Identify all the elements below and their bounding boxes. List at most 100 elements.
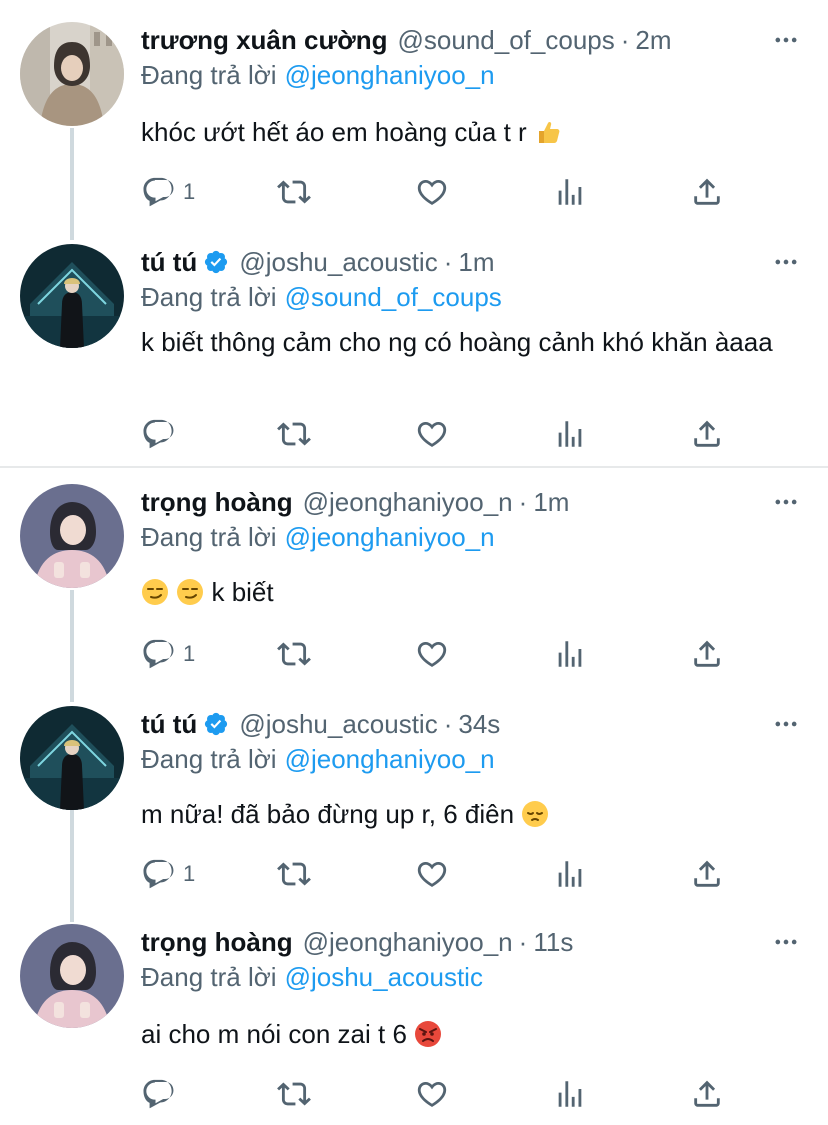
tweet-text: k biết bbox=[141, 574, 801, 610]
more-icon[interactable] bbox=[772, 26, 800, 54]
reply-mention[interactable]: @jeonghaniyoo_n bbox=[285, 744, 495, 774]
display-name[interactable]: trọng hoàng bbox=[141, 927, 293, 958]
retweet-icon bbox=[277, 1077, 311, 1111]
avatar[interactable] bbox=[20, 244, 124, 348]
reply-button[interactable]: 1 bbox=[141, 854, 195, 894]
like-button[interactable] bbox=[415, 172, 449, 212]
separator-dot: · bbox=[518, 486, 528, 517]
tweet[interactable]: trương xuân cường @sound_of_coups · 2m Đ… bbox=[0, 22, 828, 222]
tweet-text: khóc ướt hết áo em hoàng của t r bbox=[141, 114, 801, 150]
reply-button[interactable] bbox=[141, 1074, 183, 1114]
retweet-icon bbox=[277, 637, 311, 671]
smirk-emoji-icon bbox=[176, 578, 204, 606]
separator-dot: · bbox=[443, 246, 453, 277]
like-icon bbox=[415, 417, 449, 451]
timestamp[interactable]: 11s bbox=[533, 927, 573, 958]
tweet[interactable]: trọng hoàng @jeonghaniyoo_n · 11s Đang t… bbox=[0, 924, 828, 1124]
reply-mention[interactable]: @jeonghaniyoo_n bbox=[285, 60, 495, 90]
avatar[interactable] bbox=[20, 484, 124, 588]
share-button[interactable] bbox=[690, 854, 724, 894]
tweet-text: k biết thông cảm cho ng có hoàng cảnh kh… bbox=[141, 327, 773, 357]
angry-emoji-icon bbox=[414, 1020, 442, 1048]
timestamp[interactable]: 2m bbox=[635, 25, 671, 56]
analytics-button[interactable] bbox=[553, 854, 587, 894]
user-handle[interactable]: @sound_of_coups bbox=[398, 25, 615, 56]
avatar[interactable] bbox=[20, 706, 124, 810]
retweet-button[interactable] bbox=[277, 854, 311, 894]
action-bar: 1 bbox=[141, 172, 741, 212]
reply-mention[interactable]: @joshu_acoustic bbox=[285, 962, 483, 992]
user-handle[interactable]: @joshu_acoustic bbox=[239, 247, 437, 278]
reply-count: 1 bbox=[183, 861, 196, 886]
analytics-button[interactable] bbox=[553, 414, 587, 454]
like-icon bbox=[415, 637, 449, 671]
display-name[interactable]: trương xuân cường bbox=[141, 25, 388, 56]
analytics-button[interactable] bbox=[553, 172, 587, 212]
analytics-icon bbox=[553, 175, 587, 209]
tweet-header: trọng hoàng @jeonghaniyoo_n · 1m bbox=[141, 484, 569, 520]
avatar[interactable] bbox=[20, 22, 124, 126]
user-handle[interactable]: @jeonghaniyoo_n bbox=[303, 487, 513, 518]
retweet-icon bbox=[277, 175, 311, 209]
tweet-text: ai cho m nói con zai t 6 bbox=[141, 1016, 801, 1052]
like-button[interactable] bbox=[415, 634, 449, 674]
tweet-text-body: khóc ướt hết áo em hoàng của t r bbox=[141, 117, 527, 147]
separator-dot: · bbox=[518, 926, 528, 957]
analytics-button[interactable] bbox=[553, 634, 587, 674]
display-name[interactable]: tú tú bbox=[141, 709, 197, 740]
separator-dot: · bbox=[443, 708, 453, 739]
reply-mention[interactable]: @jeonghaniyoo_n bbox=[285, 522, 495, 552]
more-icon[interactable] bbox=[772, 710, 800, 738]
tweet[interactable]: tú tú @joshu_acoustic · 1m Đang trả lời @… bbox=[0, 244, 828, 464]
tweet[interactable]: trọng hoàng @jeonghaniyoo_n · 1m Đang tr… bbox=[0, 484, 828, 684]
more-icon[interactable] bbox=[772, 928, 800, 956]
user-handle[interactable]: @jeonghaniyoo_n bbox=[303, 927, 513, 958]
retweet-button[interactable] bbox=[277, 172, 311, 212]
display-name[interactable]: trọng hoàng bbox=[141, 487, 293, 518]
share-button[interactable] bbox=[690, 414, 724, 454]
user-handle[interactable]: @joshu_acoustic bbox=[239, 709, 437, 740]
analytics-icon bbox=[553, 417, 587, 451]
like-icon bbox=[415, 857, 449, 891]
replying-to: Đang trả lời @sound_of_coups bbox=[141, 282, 502, 313]
replying-prefix: Đang trả lời bbox=[141, 60, 277, 90]
retweet-icon bbox=[277, 857, 311, 891]
tweet-text: m nữa! đã bảo đừng up r, 6 điên bbox=[141, 796, 801, 832]
reply-button[interactable]: 1 bbox=[141, 634, 195, 674]
reply-button[interactable] bbox=[141, 414, 183, 454]
replying-prefix: Đang trả lời bbox=[141, 744, 277, 774]
analytics-button[interactable] bbox=[553, 1074, 587, 1114]
retweet-button[interactable] bbox=[277, 634, 311, 674]
share-button[interactable] bbox=[690, 172, 724, 212]
retweet-button[interactable] bbox=[277, 1074, 311, 1114]
action-bar bbox=[141, 414, 741, 454]
smirk-emoji-icon bbox=[141, 578, 169, 606]
display-name[interactable]: tú tú bbox=[141, 247, 197, 278]
like-button[interactable] bbox=[415, 414, 449, 454]
timestamp[interactable]: 34s bbox=[458, 709, 500, 740]
analytics-icon bbox=[553, 637, 587, 671]
separator-dot: · bbox=[620, 24, 630, 55]
tweet[interactable]: tú tú @joshu_acoustic · 34s Đang trả lời… bbox=[0, 706, 828, 906]
like-button[interactable] bbox=[415, 1074, 449, 1114]
replying-prefix: Đang trả lời bbox=[141, 962, 277, 992]
timestamp[interactable]: 1m bbox=[458, 247, 494, 278]
reply-mention[interactable]: @sound_of_coups bbox=[285, 282, 502, 312]
share-button[interactable] bbox=[690, 634, 724, 674]
retweet-icon bbox=[277, 417, 311, 451]
reply-icon bbox=[141, 637, 175, 671]
more-icon[interactable] bbox=[772, 488, 800, 516]
like-button[interactable] bbox=[415, 854, 449, 894]
share-button[interactable] bbox=[690, 1074, 724, 1114]
tweet-header: tú tú @joshu_acoustic · 1m bbox=[141, 244, 495, 280]
like-icon bbox=[415, 175, 449, 209]
timestamp[interactable]: 1m bbox=[533, 487, 569, 518]
more-icon[interactable] bbox=[772, 248, 800, 276]
thumbs-up-emoji-icon bbox=[534, 118, 562, 146]
avatar[interactable] bbox=[20, 924, 124, 1028]
tweet-text-body: k biết bbox=[211, 577, 274, 607]
retweet-button[interactable] bbox=[277, 414, 311, 454]
verified-badge-icon bbox=[203, 249, 229, 275]
share-icon bbox=[690, 175, 724, 209]
reply-button[interactable]: 1 bbox=[141, 172, 195, 212]
